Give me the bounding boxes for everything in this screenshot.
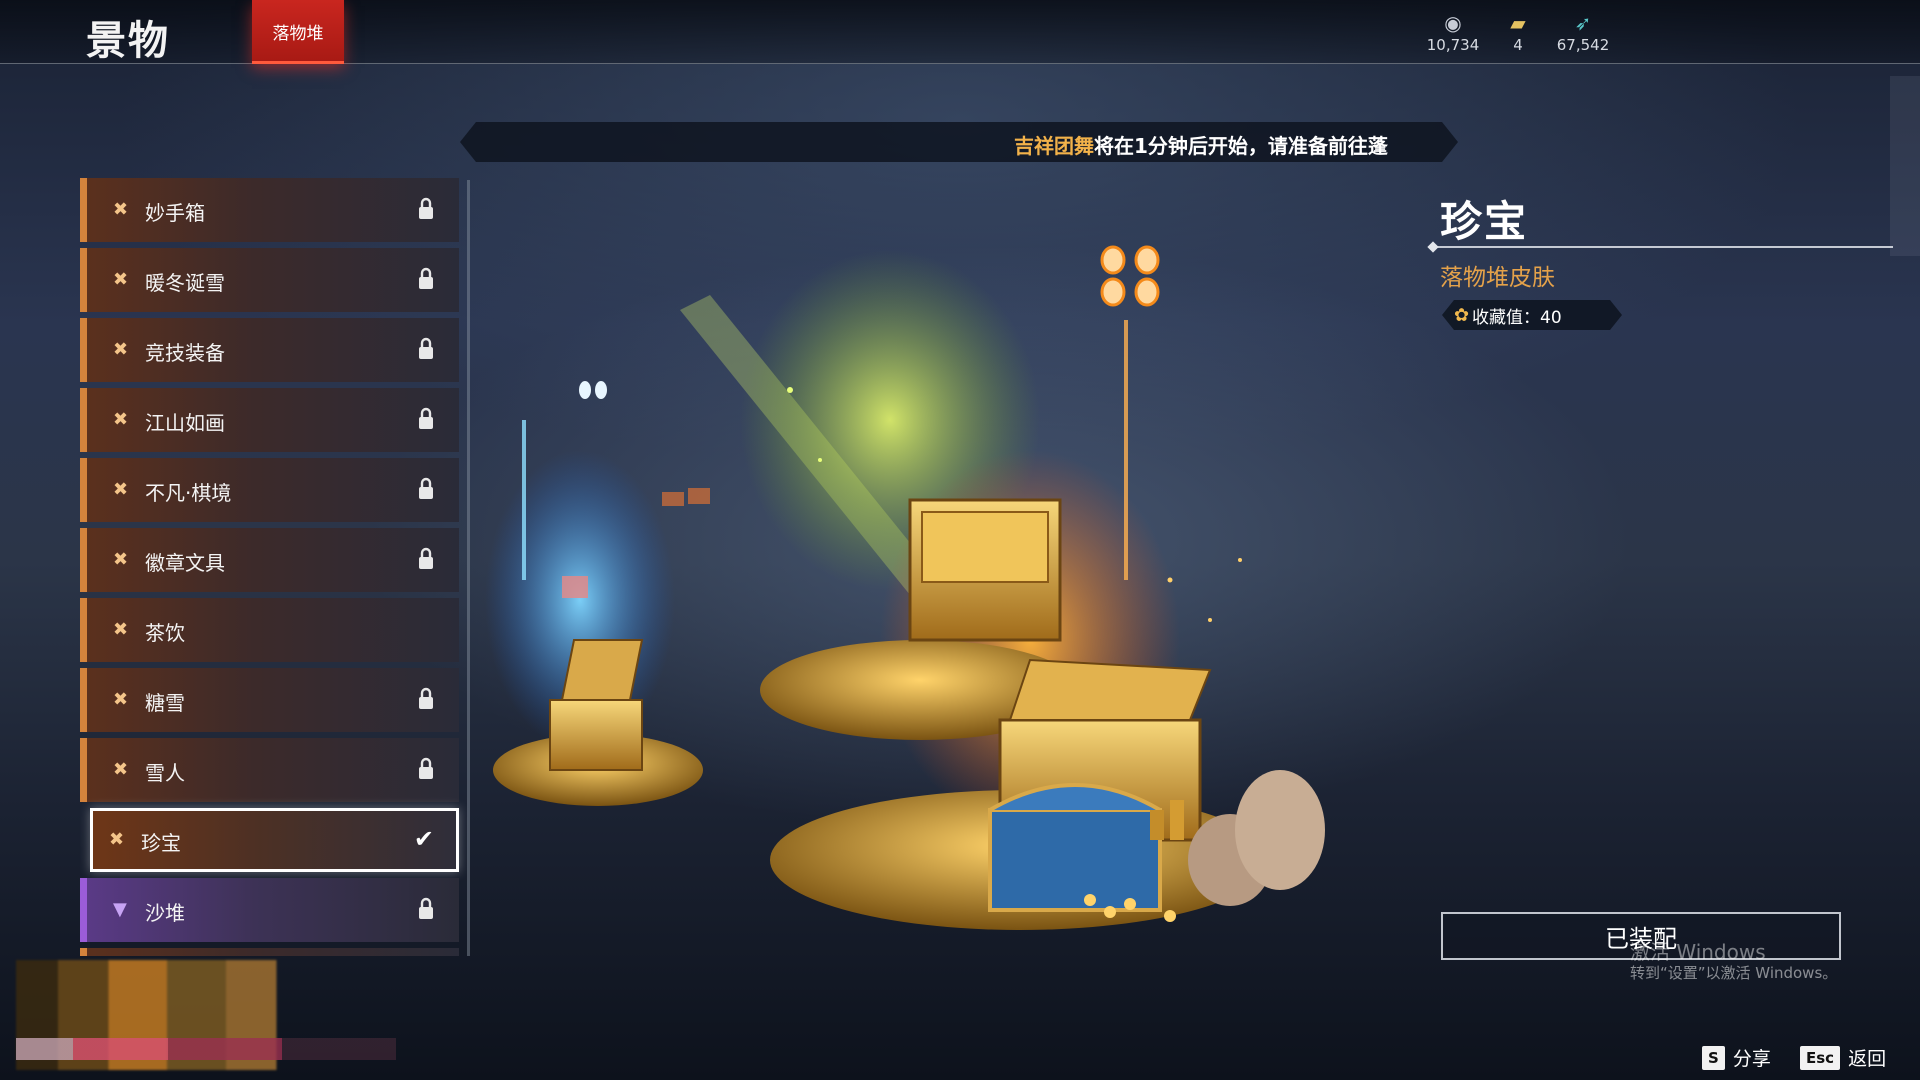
list-item-label: 竞技装备	[145, 341, 225, 365]
right-scroll-edge	[1890, 76, 1920, 256]
currency-feathers-value: 67,542	[1556, 36, 1610, 54]
windows-watermark-subtitle: 转到“设置”以激活 Windows。	[1630, 964, 1838, 982]
list-item-label: 沙堆	[145, 901, 185, 925]
announcement-body: 将在1分钟后开始，请准备前往蓬	[1094, 134, 1388, 158]
top-bar: 景物 落物堆 ◉ 10,734 ▰ 4 ➶ 67,542	[0, 0, 1920, 64]
back-label: 返回	[1848, 1048, 1887, 1070]
list-item-zhenbao[interactable]: ✖ 珍宝 ✔	[90, 808, 459, 872]
censored-overlay-bar	[16, 1038, 396, 1060]
checkmark-icon: ✔	[413, 825, 434, 853]
announcement-banner: 吉祥团舞将在1分钟后开始，请准备前往蓬	[460, 122, 1458, 162]
list-item-nuandong[interactable]: ✖ 暖冬诞雪	[80, 248, 459, 312]
flower-icon: ✖	[113, 339, 129, 360]
detail-divider	[1433, 246, 1893, 248]
detail-subtitle: 落物堆皮肤	[1440, 265, 1555, 291]
butterfly-blue-icon	[579, 381, 607, 399]
share-hint[interactable]: S 分享	[1702, 1044, 1771, 1071]
lock-icon	[419, 407, 433, 429]
lock-icon	[419, 337, 433, 359]
flower-icon: ✖	[113, 619, 129, 640]
currency-feathers: ➶ 67,542	[1543, 12, 1623, 54]
list-item-xueren[interactable]: ✖ 雪人	[80, 738, 459, 802]
lock-icon	[419, 477, 433, 499]
flower-icon: ▼	[113, 899, 127, 920]
list-item-label: 妙手箱	[145, 201, 205, 225]
list-item-shadui[interactable]: ▼ 沙堆	[80, 878, 459, 942]
list-item-chayin[interactable]: ✖ 茶饮	[80, 598, 459, 662]
list-item-bufan[interactable]: ✖ 不凡·棋境	[80, 458, 459, 522]
flower-icon: ✖	[113, 759, 129, 780]
announcement-text: 吉祥团舞将在1分钟后开始，请准备前往蓬	[1014, 130, 1388, 159]
detail-title: 珍宝	[1440, 197, 1529, 246]
list-item-label: 徽章文具	[145, 551, 225, 575]
back-hint[interactable]: Esc 返回	[1800, 1044, 1886, 1071]
feather-icon: ➶	[1574, 11, 1592, 35]
list-item-jiangshan[interactable]: ✖ 江山如画	[80, 388, 459, 452]
windows-watermark-title: 激活 Windows	[1630, 940, 1766, 964]
lock-icon	[419, 897, 433, 919]
list-item-label: 不凡·棋境	[145, 481, 232, 505]
list-item-label: 珍宝	[141, 831, 181, 855]
flower-icon: ✖	[113, 269, 129, 290]
lock-icon	[419, 197, 433, 219]
list-item-label: 茶饮	[145, 621, 185, 645]
list-item-label: 江山如画	[145, 411, 225, 435]
flower-icon: ✖	[113, 199, 129, 220]
flower-icon: ✖	[113, 689, 129, 710]
back-key: Esc	[1800, 1045, 1841, 1070]
flower-icon: ✖	[113, 409, 129, 430]
collection-value-label: 收藏值：40	[1472, 307, 1562, 328]
treasure-scene	[485, 245, 1325, 930]
list-item-label: 雪人	[145, 761, 185, 785]
page-title: 景物	[86, 18, 170, 64]
list-item-miaoshouxiang[interactable]: ✖ 妙手箱	[80, 178, 459, 242]
list-item-label: 暖冬诞雪	[145, 271, 225, 295]
flower-icon: ✖	[109, 829, 125, 850]
collection-value-badge: ✿ 收藏值：40	[1442, 300, 1622, 330]
share-key: S	[1702, 1045, 1725, 1070]
skin-list[interactable]: ✖ 妙手箱 ✖ 暖冬诞雪 ✖ 竞技装备 ✖ 江山如画 ✖ 不凡·棋境 ✖ 徽章文…	[80, 178, 470, 956]
list-item-tangxue[interactable]: ✖ 糖雪	[80, 668, 459, 732]
share-label: 分享	[1732, 1048, 1771, 1070]
list-item-huizhang[interactable]: ✖ 徽章文具	[80, 528, 459, 592]
list-item-partial[interactable]	[80, 948, 459, 956]
lock-icon	[419, 267, 433, 289]
flower-icon: ✖	[113, 479, 129, 500]
butterfly-orange-icon	[1100, 245, 1160, 307]
lock-icon	[419, 687, 433, 709]
announcement-highlight: 吉祥团舞	[1014, 134, 1094, 158]
lock-icon	[419, 547, 433, 569]
list-item-jingji[interactable]: ✖ 竞技装备	[80, 318, 459, 382]
list-item-label: 糖雪	[145, 691, 185, 715]
lock-icon	[419, 757, 433, 779]
flower-icon: ✖	[113, 549, 129, 570]
collection-icon: ✿	[1454, 305, 1470, 326]
tab-loot-pile[interactable]: 落物堆	[252, 0, 344, 64]
